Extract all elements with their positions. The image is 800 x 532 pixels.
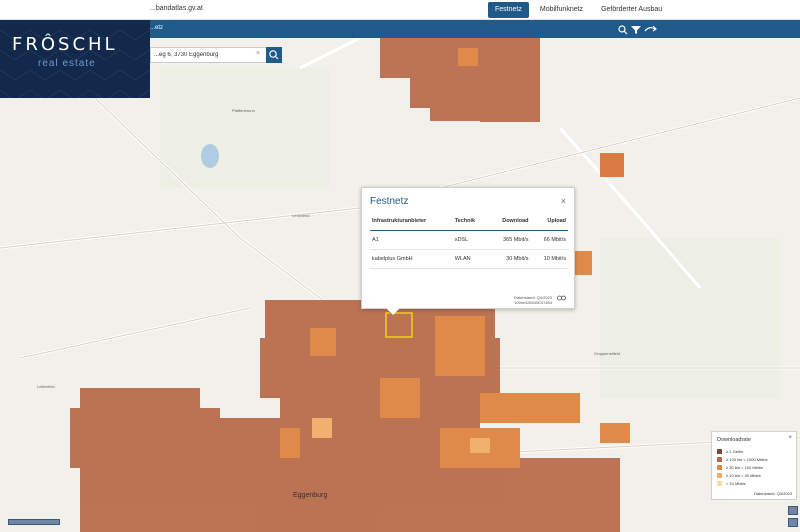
cell-download: 30 Mbit/s (487, 249, 531, 269)
legend-item-label: ≥ 30 bis < 100 Mbit/s (726, 464, 763, 470)
col-provider: Infrastrukturanbieter (370, 215, 453, 231)
tab-festnetz[interactable]: Festnetz (488, 2, 529, 18)
popup-cell-id: 100mN28540E47454 (514, 300, 552, 305)
search-clear-button[interactable]: × (256, 50, 260, 57)
settings-icon[interactable] (788, 518, 798, 527)
legend-datenstand: Datenstand: Q4/2023 (753, 491, 792, 496)
layer-toggle-button[interactable] (788, 506, 798, 515)
legend-close-button[interactable]: × (788, 435, 792, 441)
logo-subtitle: real estate (38, 58, 96, 69)
search-icon[interactable] (617, 23, 629, 35)
legend-item: ≥ 30 bis < 100 Mbit/s (717, 463, 767, 471)
table-header-row: Infrastrukturanbieter Technik Download U… (370, 215, 568, 231)
link-icon[interactable] (557, 295, 566, 303)
cell-provider: kabelplus GmbH (370, 249, 453, 269)
share-icon[interactable] (644, 23, 657, 35)
main-nav: Festnetz Mobilfunknetz Geförderter Ausba… (488, 2, 669, 18)
search-icon (269, 50, 279, 60)
legend-item: ≥ 100 bis < 1000 Mbit/s (717, 455, 767, 463)
tab-gefoerderter-ausbau[interactable]: Geförderter Ausbau (594, 2, 669, 18)
cell-download: 365 Mbit/s (487, 230, 531, 250)
legend-swatch (717, 448, 722, 454)
site-url[interactable]: ...bandatlas.gv.at (150, 5, 203, 12)
col-download: Download (487, 215, 531, 231)
cell-upload: 66 Mbit/s (530, 230, 568, 250)
scale-bar (8, 519, 60, 525)
cell-provider: A1 (370, 230, 453, 250)
legend-item: ≥ 1 Gbit/s (717, 447, 767, 455)
legend-item-label: < 10 Mbit/s (726, 480, 746, 486)
logo-name: FRÔSCHL (12, 34, 118, 55)
popup-pointer (386, 308, 400, 315)
col-technology: Technik (452, 215, 488, 231)
popup-title: Festnetz (370, 196, 409, 207)
popup-close-button[interactable]: × (561, 196, 566, 206)
legend-items: ≥ 1 Gbit/s ≥ 100 bis < 1000 Mbit/s ≥ 30 … (717, 447, 767, 487)
table-row: kabelplus GmbH WLAN 30 Mbit/s 10 Mbit/s (370, 249, 568, 269)
cell-upload: 10 Mbit/s (530, 249, 568, 269)
place-label: Lettenfeld (37, 384, 55, 389)
search-button[interactable] (266, 47, 282, 63)
place-label: Grappenstifeld (594, 351, 621, 356)
cell-technology: WLAN (452, 249, 488, 269)
place-label: Lehenfeld (292, 213, 310, 218)
legend-item-label: ≥ 10 bis < 30 Mbit/s (726, 472, 761, 478)
tab-mobilfunknetz[interactable]: Mobilfunknetz (533, 2, 590, 18)
legend-title: Downloadrate (717, 437, 751, 443)
place-label: Pfaffenbrunn (232, 108, 255, 113)
town-label: Eggenburg (293, 492, 328, 499)
legend-swatch (717, 456, 722, 462)
legend-item-label: ≥ 1 Gbit/s (726, 448, 744, 454)
legend-swatch (717, 472, 722, 478)
table-row: A1 xDSL 365 Mbit/s 66 Mbit/s (370, 230, 568, 250)
legend-item-label: ≥ 100 bis < 1000 Mbit/s (726, 456, 768, 462)
map-legend: Downloadrate × ≥ 1 Gbit/s ≥ 100 bis < 10… (711, 431, 797, 500)
top-header: ...bandatlas.gv.at Festnetz Mobilfunknet… (0, 0, 800, 20)
legend-item: < 10 Mbit/s (717, 479, 767, 487)
festnetz-popup: Festnetz × Infrastrukturanbieter Technik… (361, 187, 575, 315)
legend-swatch (717, 464, 722, 470)
legend-item: ≥ 10 bis < 30 Mbit/s (717, 471, 767, 479)
popup-datenstand: Datenstand: Q4/2023 100mN28540E47454 (514, 295, 552, 305)
legend-swatch (717, 480, 722, 486)
cell-technology: xDSL (452, 230, 488, 250)
address-search: × (150, 47, 282, 63)
provider-table: Infrastrukturanbieter Technik Download U… (370, 215, 568, 269)
col-upload: Upload (530, 215, 568, 231)
filter-icon[interactable] (630, 23, 642, 35)
froeschl-logo: FRÔSCHL real estate (0, 20, 150, 98)
search-input[interactable] (150, 47, 266, 63)
toolbar-label: ...etz (150, 25, 164, 31)
